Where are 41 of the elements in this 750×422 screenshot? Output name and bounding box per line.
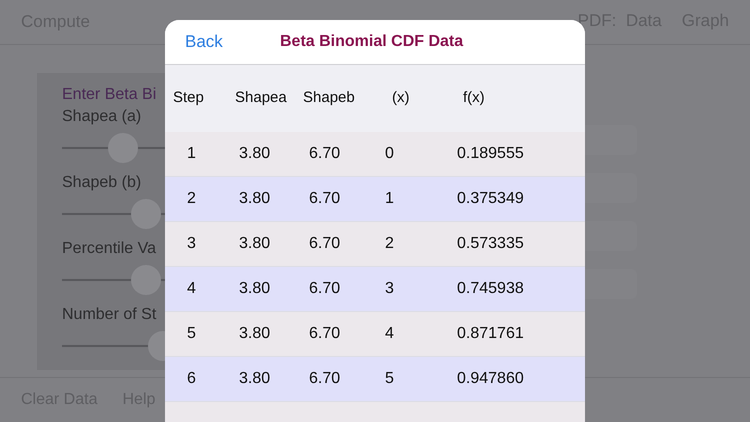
table-cell: 0.375349 bbox=[457, 190, 524, 207]
table-cell: 3.80 bbox=[239, 325, 270, 342]
table-cell: 2 bbox=[385, 235, 394, 252]
table-cell: 3.80 bbox=[239, 145, 270, 162]
table-cell: 6.70 bbox=[309, 145, 340, 162]
table-cell: 6.70 bbox=[309, 235, 340, 252]
table-cell: 6.70 bbox=[309, 190, 340, 207]
table-cell: 1 bbox=[385, 190, 394, 207]
table-cell: 0.573335 bbox=[457, 235, 524, 252]
slider-label: Shapea (a) bbox=[62, 107, 142, 127]
table-cell: 3.80 bbox=[239, 370, 270, 387]
table-cell: 5 bbox=[385, 370, 394, 387]
slider-label: Shapeb (b) bbox=[62, 173, 142, 193]
table-cell: 6.70 bbox=[309, 325, 340, 342]
slider-label: Number of St bbox=[62, 305, 156, 325]
table-cell: 3.80 bbox=[239, 235, 270, 252]
table-cell: 3 bbox=[187, 235, 196, 252]
table-cell: 0.189555 bbox=[457, 145, 524, 162]
column-header: (x) bbox=[391, 88, 410, 108]
table-cell: 4 bbox=[187, 280, 196, 297]
table-cell: 2 bbox=[187, 190, 196, 207]
table-cell: 6 bbox=[187, 370, 196, 387]
table-cell: 0 bbox=[385, 145, 394, 162]
table-cell: 0.947860 bbox=[457, 370, 524, 387]
table-cell: 3.80 bbox=[239, 280, 270, 297]
table-cell: 4 bbox=[385, 325, 394, 342]
column-header: Shapea bbox=[235, 88, 288, 108]
table-cell: 0.871761 bbox=[457, 325, 524, 342]
slider-label: Percentile Va bbox=[62, 239, 156, 259]
table-cell: 1 bbox=[187, 145, 196, 162]
column-header: Step bbox=[173, 88, 205, 108]
table-cell: 5 bbox=[187, 325, 196, 342]
table-cell: 6.70 bbox=[309, 280, 340, 297]
column-header: Shapeb bbox=[303, 88, 356, 108]
panel-heading: Enter Beta Bi bbox=[62, 85, 156, 105]
sheet-title: Beta Binomial CDF Data bbox=[280, 32, 464, 52]
table-cell: 6.70 bbox=[309, 370, 340, 387]
table-cell: 3.80 bbox=[239, 190, 270, 207]
column-header: f(x) bbox=[462, 88, 486, 108]
table-cell: 0.745938 bbox=[457, 280, 524, 297]
table-cell: 3 bbox=[385, 280, 394, 297]
